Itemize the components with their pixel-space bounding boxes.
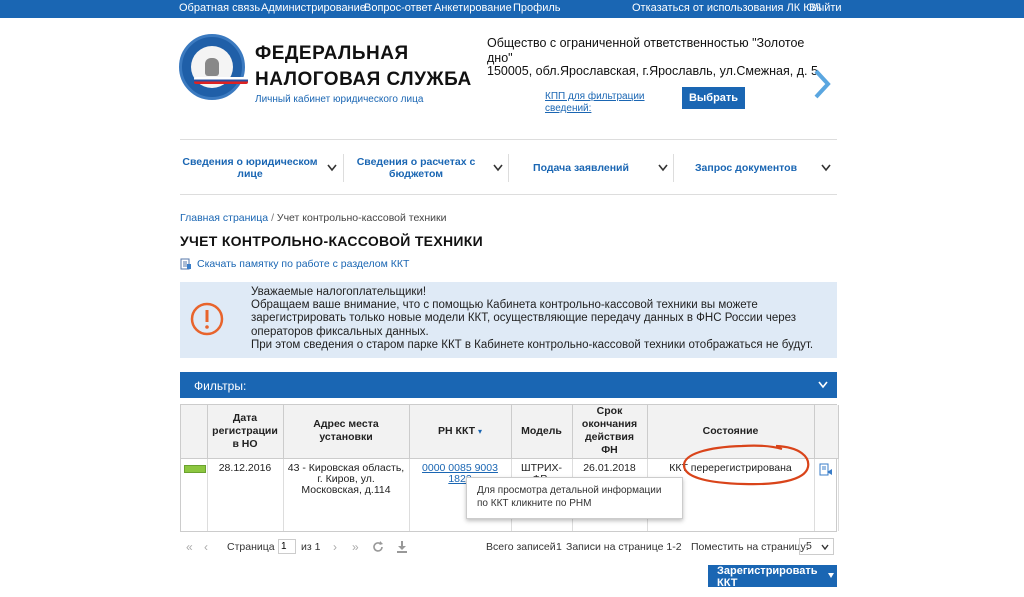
notice-line: операторов фиксальных данных. <box>251 325 429 338</box>
page-count: из 1 <box>301 541 321 553</box>
feedback-link[interactable]: Обратная связь <box>179 2 260 14</box>
nav-item-label: Сведения о юридическом лице <box>182 155 318 180</box>
chevron-down-icon <box>818 381 828 389</box>
fns-emblem-icon[interactable] <box>179 34 248 100</box>
notice-line: зарегистрировать только новые модели ККТ… <box>251 312 797 325</box>
nav-divider <box>508 154 509 182</box>
memo-download-link[interactable]: Скачать памятку по работе с разделом ККТ <box>180 258 409 270</box>
survey-link[interactable]: Анкетирование <box>434 2 512 14</box>
breadcrumb-home[interactable]: Главная страница <box>180 212 268 224</box>
col-address[interactable]: Адрес места установки <box>283 405 410 459</box>
notice-line: Уважаемые налогоплательщики! <box>251 286 427 298</box>
table-pager: « ‹ Страница из 1 › » Всего записей 1 За… <box>180 536 837 558</box>
register-kkt-button[interactable]: Зарегистрировать ККТ <box>708 565 837 589</box>
col-actions <box>814 405 839 459</box>
col-rn-kkt[interactable]: РН ККТ ▾ <box>409 405 512 459</box>
status-marker <box>184 464 206 473</box>
qa-link[interactable]: Вопрос-ответ <box>364 2 432 14</box>
nav-item-legal-entity[interactable]: Сведения о юридическом лице <box>180 140 344 195</box>
refresh-icon[interactable] <box>372 541 384 553</box>
admin-link[interactable]: Администрирование <box>261 2 366 14</box>
opt-out-link[interactable]: Отказаться от использования ЛК ЮЛ <box>632 2 821 14</box>
page-number-input[interactable] <box>278 539 296 554</box>
top-bar: Обратная связь Администрирование Вопрос-… <box>0 0 1024 18</box>
page-size-value: 5 <box>806 540 812 552</box>
nav-item-budget[interactable]: Сведения о расчетах с бюджетом <box>346 140 510 195</box>
nav-item-applications[interactable]: Подача заявлений <box>511 140 675 195</box>
col-status-marker <box>181 405 208 459</box>
col-fn-expiry[interactable]: Срок окончания действия ФН <box>572 405 648 459</box>
notice-banner: Уважаемые налогоплательщики! Обращаем ва… <box>180 282 837 358</box>
page-size-select[interactable]: 5 <box>799 538 834 555</box>
document-icon <box>180 258 191 270</box>
cell-address: 43 - Кировская область, г. Киров, ул. Мо… <box>283 458 410 498</box>
records-on-page: Записи на странице 1-2 <box>566 541 682 553</box>
download-icon[interactable] <box>396 541 408 553</box>
nav-item-documents[interactable]: Запрос документов <box>676 140 837 195</box>
breadcrumb-separator: / <box>271 212 274 224</box>
notice-line: Обращаем ваше внимание, что с помощью Ка… <box>251 299 758 312</box>
nav-item-label: Подача заявлений <box>533 161 629 174</box>
first-page-icon[interactable]: « <box>186 540 193 554</box>
page-label: Страница <box>227 541 275 553</box>
last-page-icon[interactable]: » <box>352 540 359 554</box>
breadcrumb: Главная страница / Учет контрольно-кассо… <box>180 212 446 224</box>
profile-link[interactable]: Профиль <box>513 2 561 14</box>
highlight-oval <box>682 444 810 486</box>
page-size-label: Поместить на страницу: <box>691 541 809 553</box>
nav-item-label: Запрос документов <box>694 161 798 174</box>
memo-link-label: Скачать памятку по работе с разделом ККТ <box>197 258 410 270</box>
total-records: 1 <box>556 541 562 553</box>
breadcrumb-current: Учет контрольно-кассовой техники <box>276 212 447 224</box>
logout-link[interactable]: Выйти <box>809 2 842 14</box>
warning-icon <box>190 302 224 336</box>
nav-divider <box>673 154 674 182</box>
nav-item-label: Сведения о расчетах с бюджетом <box>356 155 476 180</box>
notice-line: При этом сведения о старом парке ККТ в К… <box>251 338 814 351</box>
col-model[interactable]: Модель <box>511 405 573 459</box>
cell-reg-date: 28.12.2016 <box>207 458 284 498</box>
chevron-down-icon <box>327 164 337 172</box>
prev-page-icon[interactable]: ‹ <box>204 540 208 554</box>
chevron-down-icon <box>493 164 503 172</box>
filters-bar[interactable]: Фильтры: <box>180 372 837 398</box>
rn-kkt-tooltip: Для просмотра детальной информации по КК… <box>466 477 683 519</box>
next-page-icon[interactable]: › <box>333 540 337 554</box>
filters-label: Фильтры: <box>194 379 247 393</box>
col-reg-date[interactable]: Дата регистрации в НО <box>207 405 284 459</box>
brand-title: ФЕДЕРАЛЬНАЯ НАЛОГОВАЯ СЛУЖБА <box>255 43 472 90</box>
caret-down-icon <box>828 573 834 578</box>
chevron-right-icon[interactable] <box>811 68 833 100</box>
col-rn-kkt-label: РН ККТ <box>438 424 476 437</box>
notice-text: Уважаемые налогоплательщики! Обращаем ва… <box>251 286 831 352</box>
kpp-filter-link[interactable]: КПП для фильтрации сведений: <box>545 91 655 115</box>
select-button[interactable]: Выбрать <box>682 87 745 109</box>
total-records-label: Всего записей <box>486 541 556 553</box>
nav-divider <box>343 154 344 182</box>
page-title: УЧЕТ КОНТРОЛЬНО-КАССОВОЙ ТЕХНИКИ <box>180 233 483 249</box>
chevron-down-icon <box>658 164 668 172</box>
org-name: Общество с ограниченной ответственностью… <box>487 36 805 65</box>
chevron-down-icon <box>821 544 829 550</box>
main-nav: Сведения о юридическом лице Сведения о р… <box>180 139 837 195</box>
register-kkt-label: Зарегистрировать ККТ <box>717 565 818 589</box>
brand-subtitle: Личный кабинет юридического лица <box>255 94 424 105</box>
org-address: 150005, обл.Ярославская, г.Ярославль, ул… <box>487 64 818 78</box>
chevron-down-icon <box>821 164 831 172</box>
edit-document-icon[interactable] <box>819 463 833 477</box>
sort-arrow-icon: ▾ <box>477 426 482 436</box>
